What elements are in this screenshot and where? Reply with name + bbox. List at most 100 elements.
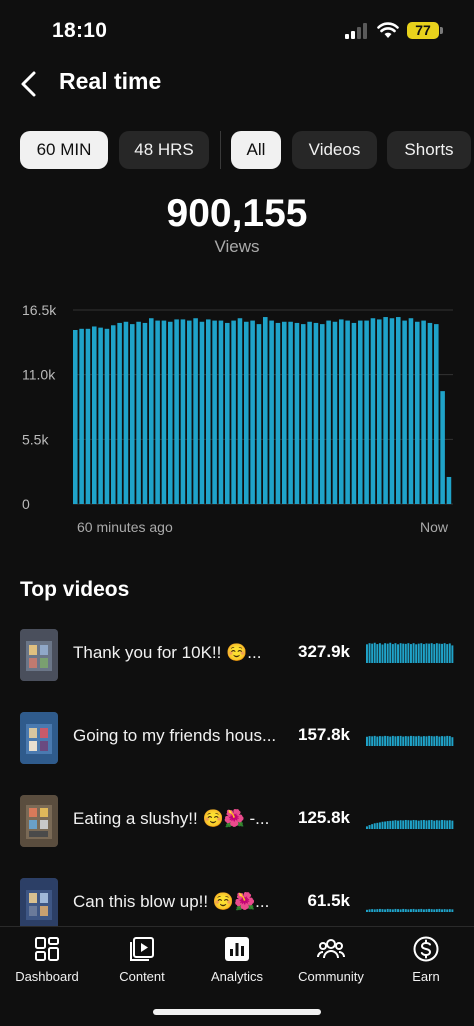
chart-bar[interactable] [263, 317, 268, 504]
chart-bar[interactable] [408, 318, 414, 504]
sparkline-bar [386, 736, 389, 746]
sparkline-bar [422, 644, 425, 663]
chart-bar[interactable] [383, 317, 388, 504]
sparkline-bar [384, 909, 387, 912]
chart-bar[interactable] [307, 321, 312, 504]
chart-bar[interactable] [282, 321, 287, 504]
total-views: 900,155 [166, 192, 308, 235]
sparkline-bar [422, 819, 425, 829]
chart-bar[interactable] [358, 320, 363, 504]
sparkline-bar [433, 820, 436, 829]
nav-community[interactable]: Community [284, 935, 378, 984]
chart-bar[interactable] [206, 319, 211, 504]
chart-bar[interactable] [440, 391, 445, 504]
sparkline-bar [417, 735, 420, 746]
chart-bar[interactable] [275, 322, 281, 504]
chart-bar[interactable] [136, 321, 141, 504]
chart-bar[interactable] [92, 326, 97, 504]
nav-label: Community [298, 969, 364, 984]
video-row[interactable]: Thank you for 10K!! ☺️... 327.9k [0, 627, 474, 683]
chart-bar[interactable] [434, 324, 439, 504]
chart-bar[interactable] [155, 320, 160, 504]
nav-dashboard[interactable]: Dashboard [0, 935, 94, 984]
sparkline-bar [368, 909, 371, 912]
sparkline-bar [376, 644, 379, 663]
chart-bar[interactable] [377, 319, 382, 504]
chart-bar[interactable] [288, 321, 293, 504]
video-row[interactable]: Eating a slushy!! ☺️🌺 -... 125.8k [0, 793, 474, 849]
chart-bar[interactable] [104, 328, 110, 504]
sparkline-bar [376, 822, 379, 829]
sparkline-bar [448, 643, 451, 663]
chart-bar[interactable] [98, 327, 103, 504]
video-row[interactable]: Can this blow up!! ☺️🌺... 61.5k [0, 876, 474, 932]
sparkline-bar [420, 643, 423, 663]
chart-bar[interactable] [351, 322, 357, 504]
chip-videos[interactable]: Videos [292, 131, 377, 169]
chart-bar[interactable] [79, 328, 84, 504]
chip-all[interactable]: All [231, 131, 281, 169]
sparkline-bar [366, 736, 368, 746]
nav-earn[interactable]: Earn [379, 935, 473, 984]
chart-bar[interactable] [231, 320, 236, 504]
chart-bar[interactable] [130, 324, 135, 504]
back-arrow-icon[interactable] [18, 70, 40, 98]
chart-bar[interactable] [446, 476, 452, 504]
sparkline-bar [394, 908, 397, 912]
chart-bar[interactable] [168, 321, 173, 504]
chart-bar[interactable] [142, 322, 148, 504]
sparkline-bar [412, 908, 415, 912]
chart-bar[interactable] [301, 324, 306, 504]
chart-bar[interactable] [149, 318, 154, 504]
chart-bar[interactable] [269, 320, 274, 504]
sparkline-bar [399, 820, 402, 829]
chart-bar[interactable] [225, 322, 230, 504]
sparkline-bar [389, 642, 392, 663]
chart-bar[interactable] [193, 318, 198, 504]
chip-48-hrs[interactable]: 48 HRS [119, 131, 209, 169]
chip-60-min[interactable]: 60 MIN [20, 131, 108, 169]
chart-bar[interactable] [187, 320, 192, 504]
chart-bar[interactable] [427, 322, 433, 504]
chart-bar[interactable] [73, 329, 78, 504]
chart-bar[interactable] [237, 318, 243, 504]
chart-bar[interactable] [199, 321, 205, 504]
chart-bar[interactable] [402, 320, 407, 504]
chart-bar[interactable] [339, 319, 344, 504]
chart-bar[interactable] [332, 321, 338, 504]
chart-bar[interactable] [117, 322, 122, 504]
sparkline-bar [443, 643, 446, 663]
sparkline-bar [422, 909, 425, 912]
video-row[interactable]: Going to my friends hous... 157.8k [0, 710, 474, 766]
chart-bar[interactable] [370, 318, 376, 504]
chip-shorts[interactable]: Shorts [387, 131, 471, 169]
chart-bar[interactable] [294, 322, 300, 504]
chart-bar[interactable] [396, 317, 401, 504]
chart-bar[interactable] [212, 320, 217, 504]
chart-bar[interactable] [111, 325, 116, 504]
chart-bar[interactable] [161, 320, 167, 504]
video-title: Eating a slushy!! ☺️🌺 -... [73, 809, 270, 828]
chart-bar[interactable] [389, 318, 395, 504]
nav-analytics[interactable]: Analytics [190, 935, 284, 984]
chart-bar[interactable] [326, 320, 331, 504]
chart-bar[interactable] [123, 321, 129, 504]
chart-bar[interactable] [180, 319, 186, 504]
chart-bar[interactable] [313, 322, 319, 504]
chart-bar[interactable] [174, 319, 179, 504]
chart-bar[interactable] [85, 328, 91, 504]
chart-bar[interactable] [244, 321, 249, 504]
chart-bar[interactable] [320, 324, 325, 504]
chart-bar[interactable] [364, 320, 369, 504]
chart-bar[interactable] [345, 320, 350, 504]
nav-content[interactable]: Content [95, 935, 189, 984]
sparkline-bar [433, 644, 436, 663]
chart-bar[interactable] [256, 324, 262, 504]
sparkline-bar [441, 736, 443, 746]
chip-divider [220, 131, 221, 169]
chart-bar[interactable] [415, 321, 420, 504]
chart-bar[interactable] [250, 320, 255, 504]
chart-bar[interactable] [421, 320, 426, 504]
sparkline-bar [410, 909, 412, 912]
chart-bar[interactable] [218, 320, 224, 504]
